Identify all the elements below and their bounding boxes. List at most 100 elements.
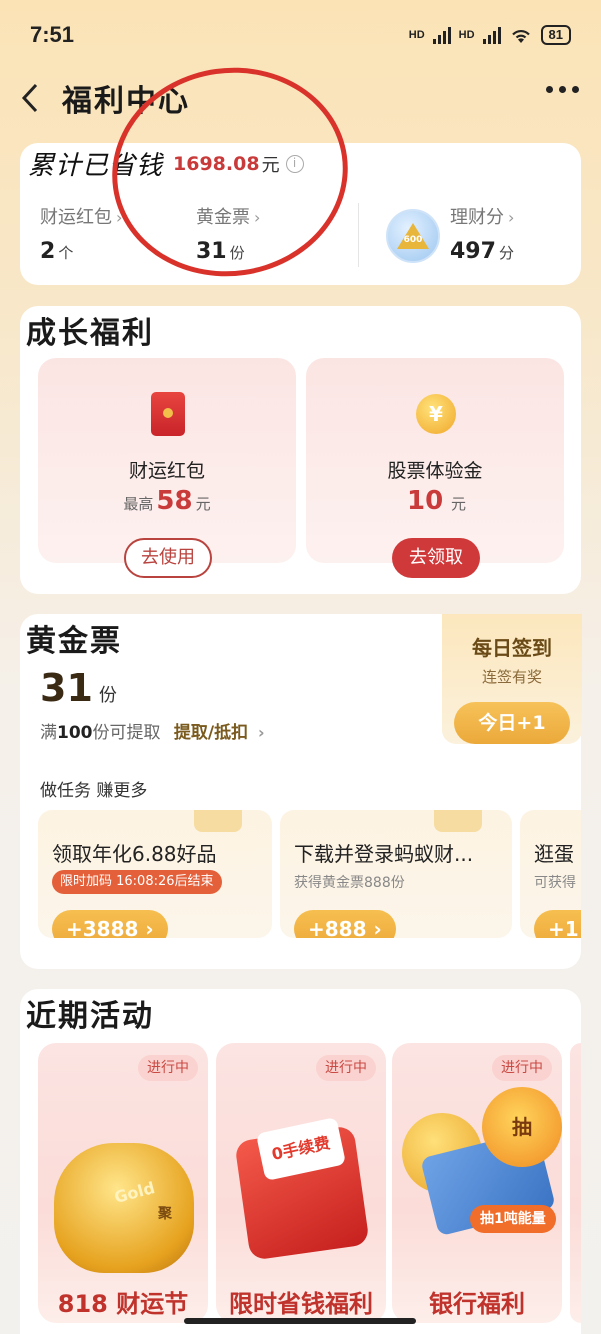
activity-name: 银行福利	[429, 1290, 525, 1318]
chevron-right-icon: ›	[254, 208, 261, 227]
task-reward: +888	[308, 917, 367, 938]
page-title: 福利中心	[62, 84, 190, 119]
withdraw-link[interactable]: 提取/抵扣 ›	[174, 723, 265, 743]
note-prefix: 满	[40, 723, 57, 743]
status-badge: 进行中	[138, 1055, 198, 1081]
savings-header: 累计已省钱 1698.08 元 i	[28, 145, 304, 182]
task-name: 逛蛋	[534, 842, 574, 866]
gold-pot-illustration: Gold 聚	[54, 1143, 194, 1273]
gold-count: 31	[40, 666, 93, 710]
stat-finance-score[interactable]: 理财分 › 497 分	[450, 203, 514, 264]
badge-text: 600	[403, 235, 423, 245]
activity-name: 限时省钱福利	[229, 1290, 373, 1318]
tile-value: 58	[156, 486, 193, 516]
task-reward-button[interactable]: +888 ›	[294, 910, 396, 938]
chevron-right-icon: ›	[258, 723, 265, 742]
tasks-title: 做任务 赚更多	[40, 781, 148, 801]
gold-note: 满100份可提取 提取/抵扣 ›	[40, 718, 265, 743]
status-badge: 进行中	[492, 1055, 552, 1081]
illustration-text-2: 聚	[158, 1206, 172, 1222]
lottery-badge[interactable]: 抽	[482, 1087, 562, 1167]
stat-label: 理财分	[450, 207, 504, 228]
signal-icon	[432, 26, 451, 44]
savings-amount: 1698.08	[173, 152, 260, 175]
stat-value: 497	[450, 239, 496, 264]
stat-value: 31	[196, 239, 227, 264]
yuan-coin-icon: ¥	[416, 394, 456, 434]
task-name: 领取年化6.88好品	[52, 842, 217, 866]
status-time: 7:51	[30, 22, 75, 47]
tile-unit: 元	[450, 495, 466, 513]
note-num: 100	[57, 723, 93, 743]
claim-button[interactable]: 去领取	[392, 538, 480, 578]
growth-benefits-card: 成长福利 财运红包 最高 58 元 去使用 ¥ 股票体验金 10 元 去领取	[20, 306, 581, 594]
stat-label: 财运红包	[40, 207, 112, 228]
stat-unit: 份	[229, 244, 245, 262]
stat-red-packet[interactable]: 财运红包 › 2个	[40, 203, 122, 264]
battery-icon: 81	[540, 25, 571, 45]
energy-pill[interactable]: 抽1吨能量	[470, 1205, 556, 1233]
stat-unit: 分	[498, 244, 514, 262]
savings-label: 累计已省钱	[28, 151, 164, 181]
tile-value: 10	[407, 486, 444, 516]
network-type-2: HD	[458, 29, 475, 41]
red-envelope-icon	[151, 392, 185, 436]
gold-ticket-card: 黄金票 31 份 满100份可提取 提取/抵扣 › 每日签到 连签有奖 今日+1 …	[20, 614, 582, 969]
tile-unit: 元	[195, 495, 211, 513]
task-reward-button[interactable]: +1 ›	[534, 910, 581, 938]
status-bar: 7:51 HD HD 81	[0, 0, 601, 70]
task-card[interactable]: 领取年化6.88好品 限时加码 16:08:26后结束 +3888 ›	[38, 810, 272, 938]
home-indicator[interactable]	[184, 1318, 416, 1324]
ribbon-decoration	[194, 810, 242, 832]
task-reward: +3888	[66, 917, 139, 938]
recent-activities-card: 近期活动 进行中 Gold 聚 818 财运节 进行中 0手续费 限时省钱福利 …	[20, 989, 581, 1334]
checkin-subtitle: 连签有奖	[481, 668, 542, 686]
signal-icon-2	[482, 26, 501, 44]
info-icon[interactable]: i	[285, 154, 304, 173]
use-button[interactable]: 去使用	[124, 538, 212, 578]
stat-gold-ticket[interactable]: 黄金票 › 31 份	[196, 203, 260, 264]
checkin-title: 每日签到	[472, 636, 552, 660]
activity-card-partial[interactable]	[570, 1043, 581, 1323]
section-title: 近期活动	[26, 999, 154, 1034]
back-button[interactable]	[20, 78, 48, 118]
ribbon-decoration	[434, 810, 482, 832]
wifi-icon	[509, 26, 533, 44]
tile-name: 财运红包	[128, 460, 205, 482]
tile-name: 股票体验金	[387, 460, 483, 482]
activity-card[interactable]: 进行中 0手续费 限时省钱福利	[216, 1043, 386, 1323]
savings-unit: 元	[261, 154, 280, 176]
chevron-right-icon: ›	[508, 208, 515, 227]
activity-card[interactable]: 进行中 Gold 聚 818 财运节	[38, 1043, 208, 1323]
task-tag: 限时加码 16:08:26后结束	[52, 870, 222, 894]
tile-red-packet[interactable]: 财运红包 最高 58 元 去使用	[38, 358, 296, 578]
chevron-left-icon	[21, 83, 38, 113]
gold-count-unit: 份	[98, 685, 117, 706]
nav-bar: 福利中心	[0, 70, 601, 126]
savings-summary-card: 累计已省钱 1698.08 元 i 财运红包 › 2个 黄金票 › 31 份 600 …	[20, 143, 581, 285]
section-title: 成长福利	[26, 316, 154, 351]
divider	[358, 203, 359, 267]
note-suffix: 份可提取	[92, 723, 161, 743]
withdraw-link-label: 提取/抵扣	[173, 723, 249, 743]
status-badge: 进行中	[316, 1055, 376, 1081]
task-card[interactable]: 下载并登录蚂蚁财... 获得黄金票888份 +888 ›	[280, 810, 512, 938]
tile-prefix: 最高	[123, 495, 154, 513]
activity-name: 818 财运节	[57, 1290, 189, 1318]
network-type-1: HD	[408, 29, 425, 41]
stat-label: 黄金票	[196, 207, 250, 228]
task-reward: +1	[548, 917, 579, 938]
chevron-right-icon: ›	[116, 208, 123, 227]
illustration-text: Gold	[112, 1178, 157, 1207]
activity-card[interactable]: 进行中 抽 抽1吨能量 银行福利	[392, 1043, 562, 1323]
daily-checkin-panel: 每日签到 连签有奖 今日+1	[442, 614, 582, 744]
checkin-button[interactable]: 今日+1	[454, 702, 570, 744]
more-button[interactable]	[546, 86, 579, 93]
stat-value: 2	[40, 239, 56, 264]
tile-stock-trial[interactable]: ¥ 股票体验金 10 元 去领取	[306, 358, 564, 578]
finance-score-badge-icon: 600	[386, 209, 440, 263]
status-icons: HD HD 81	[409, 25, 571, 45]
task-reward-button[interactable]: +3888 ›	[52, 910, 168, 938]
task-sub: 获得黄金票888份	[294, 875, 405, 891]
task-card[interactable]: 逛蛋 可获得 +1 ›	[520, 810, 581, 938]
